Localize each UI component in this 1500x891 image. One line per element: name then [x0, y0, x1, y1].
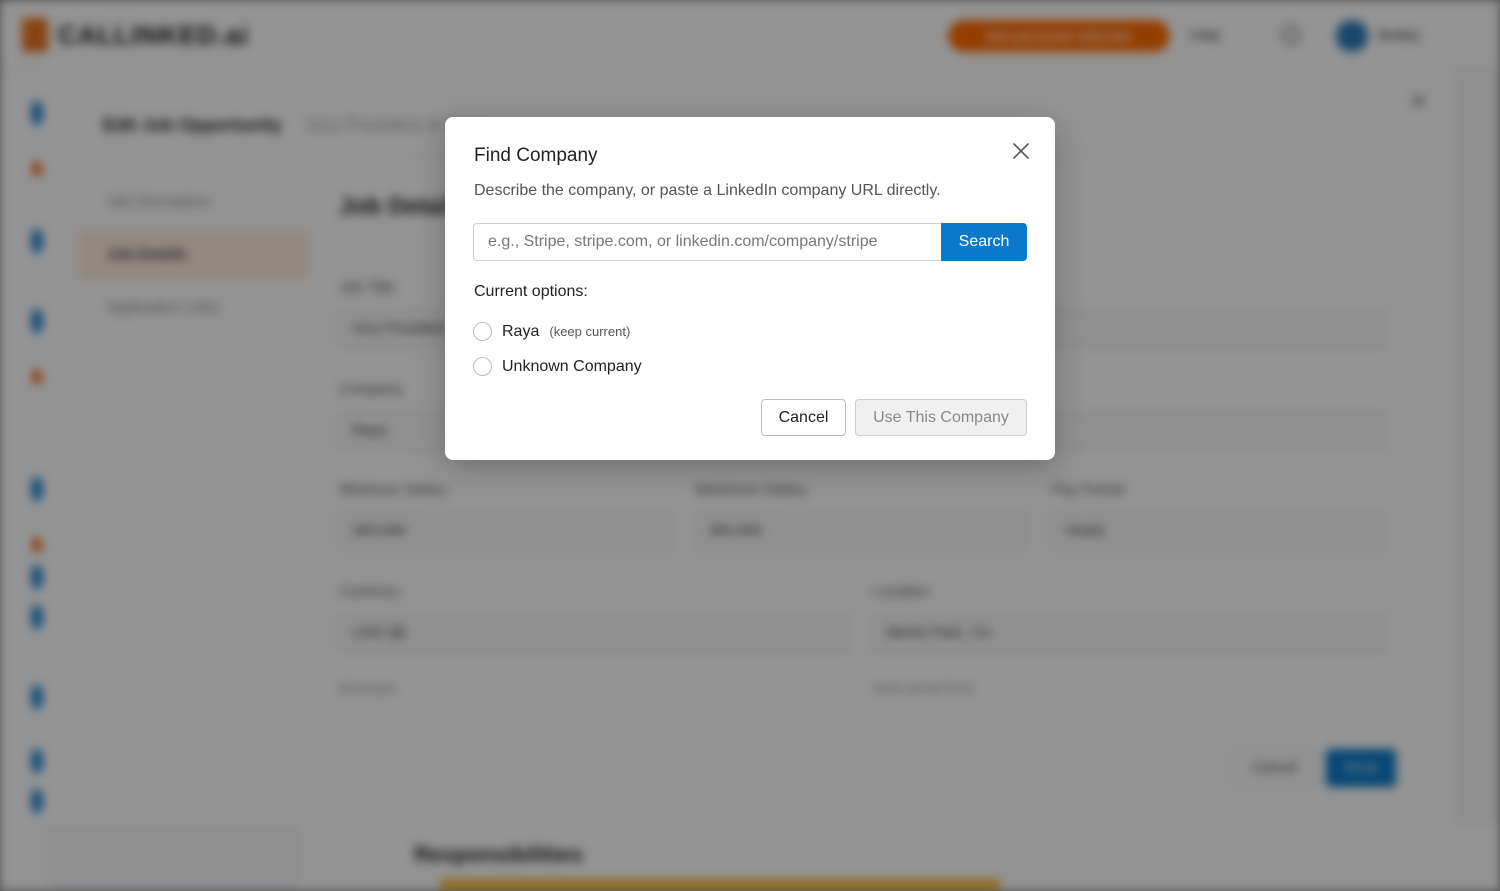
search-button[interactable]: Search [941, 223, 1027, 261]
current-options-label: Current options: [474, 283, 588, 300]
use-this-company-button[interactable]: Use This Company [855, 399, 1027, 436]
company-option-raya[interactable]: Raya (keep current) [473, 322, 630, 341]
company-option-unknown[interactable]: Unknown Company [473, 357, 642, 376]
option-note: (keep current) [549, 324, 631, 339]
radio-button[interactable] [473, 322, 492, 341]
close-icon[interactable] [1007, 137, 1035, 165]
dialog-description: Describe the company, or paste a LinkedI… [474, 182, 941, 199]
radio-button[interactable] [473, 357, 492, 376]
option-name: Raya [502, 322, 540, 340]
option-name: Unknown Company [502, 357, 642, 375]
company-search-row: Search [473, 223, 1027, 261]
find-company-dialog: Find Company Describe the company, or pa… [445, 117, 1055, 460]
dialog-title: Find Company [474, 145, 598, 166]
cancel-button[interactable]: Cancel [761, 399, 846, 436]
company-search-input[interactable] [473, 223, 941, 261]
